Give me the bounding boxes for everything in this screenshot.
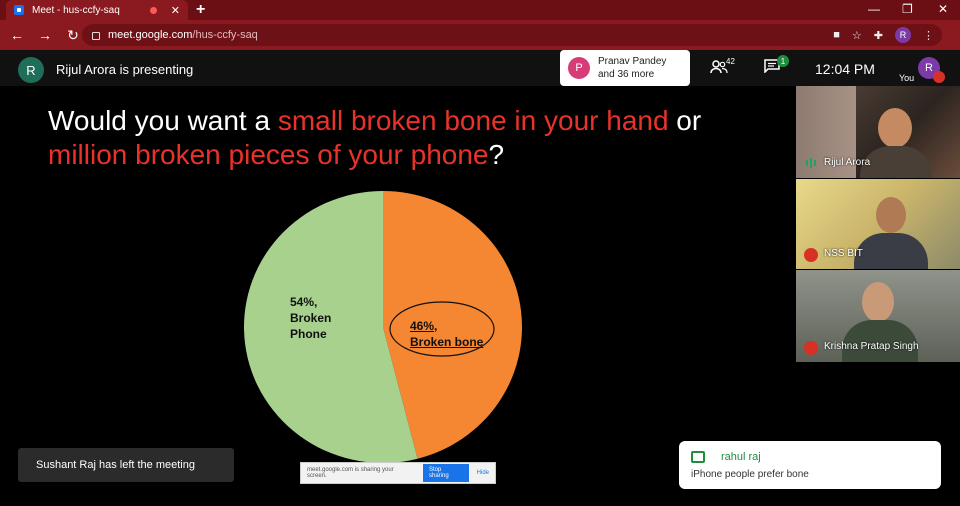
participant-face [862, 282, 894, 322]
mic-off-icon [804, 248, 818, 262]
green-label-text: Broken [290, 311, 332, 325]
left-meeting-toast: Sushant Raj has left the meeting [18, 448, 234, 482]
mic-off-icon [804, 341, 818, 355]
stop-sharing-button[interactable]: Stop sharing [422, 464, 469, 482]
speaking-indicator-icon [806, 158, 816, 168]
orange-slice-label: 46%, Broken bone [410, 318, 483, 350]
meet-window: Meet - hus-ccfy-saq ✕ + — ❐ ✕ ← → ↻ meet… [0, 0, 960, 506]
participant-name: Rijul Arora [824, 157, 871, 168]
participant-face [876, 197, 906, 233]
participant-body [860, 146, 932, 178]
participant-body [854, 233, 928, 269]
participant-tile[interactable]: NSS BIT [796, 179, 960, 269]
chat-message-icon [691, 451, 705, 463]
participant-name: NSS BIT [824, 248, 863, 259]
green-label-pct: 54%, [290, 295, 318, 309]
participant-tile[interactable]: Krishna Pratap Singh [796, 270, 960, 362]
hide-share-bar-button[interactable]: Hide [477, 470, 489, 476]
green-label-text: Phone [290, 327, 327, 341]
chat-sender-name: rahul raj [721, 451, 761, 463]
chat-message-toast[interactable]: rahul raj iPhone people prefer bone [679, 441, 941, 489]
participant-name: Krishna Pratap Singh [824, 341, 919, 352]
orange-label-text: Broken bone [410, 335, 484, 349]
participant-face [878, 108, 912, 148]
green-slice-label: 54%, Broken Phone [290, 294, 331, 342]
share-message: meet.google.com is sharing your screen. [307, 467, 394, 479]
screen-share-bar: meet.google.com is sharing your screen. … [300, 462, 496, 484]
participant-tile[interactable]: Rijul Arora [796, 86, 960, 178]
chat-message-text: iPhone people prefer bone [691, 469, 809, 480]
orange-label-pct: 46%, [410, 319, 438, 333]
